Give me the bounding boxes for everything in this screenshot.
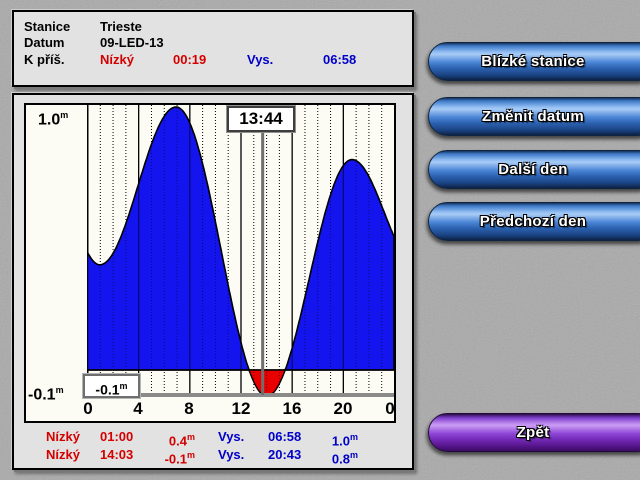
next-tide-row: K příš. Nízký 00:19 Vys. 06:58 bbox=[14, 52, 412, 68]
next-low-time: 00:19 bbox=[173, 52, 247, 68]
tide-station-screen: { "header": { "station_label": "Stanice"… bbox=[0, 0, 640, 480]
station-row: Stanice Trieste bbox=[14, 19, 412, 35]
station-label: Stanice bbox=[24, 19, 100, 35]
cursor-value-box: -0.1m bbox=[83, 374, 140, 398]
tide-chart-frame: 1.0m -0.1m 0 4 8 12 16 20 0 13:44 -0.1m bbox=[24, 103, 396, 423]
date-label: Datum bbox=[24, 35, 100, 51]
x-tick-24: 0 bbox=[385, 400, 394, 418]
previous-day-button[interactable]: Předchozí den bbox=[428, 202, 640, 241]
near-stations-button-label: Blízké stanice bbox=[481, 53, 584, 70]
station-value: Trieste bbox=[100, 19, 412, 35]
low-height: 0.4m bbox=[158, 430, 195, 448]
change-date-button[interactable]: Změnit datum bbox=[428, 97, 640, 136]
x-tick-12: 12 bbox=[232, 400, 251, 418]
next-day-button[interactable]: Další den bbox=[428, 150, 640, 189]
tide-chart[interactable] bbox=[87, 105, 394, 399]
date-row: Datum 09-LED-13 bbox=[14, 35, 412, 51]
high-type: Vys. bbox=[218, 448, 268, 466]
high-time: 06:58 bbox=[268, 430, 324, 448]
high-height: 1.0m bbox=[324, 430, 358, 448]
low-time: 01:00 bbox=[100, 430, 158, 448]
next-low-label: Nízký bbox=[100, 52, 173, 68]
low-type: Nízký bbox=[46, 448, 100, 466]
y-axis-max-label: 1.0m bbox=[38, 106, 68, 129]
low-height: -0.1m bbox=[158, 448, 195, 466]
y-axis-min-label: -0.1m bbox=[28, 381, 64, 404]
next-high-label: Vys. bbox=[247, 52, 323, 68]
low-type: Nízký bbox=[46, 430, 100, 448]
x-tick-8: 8 bbox=[184, 400, 193, 418]
back-button[interactable]: Zpět bbox=[428, 413, 640, 452]
x-tick-16: 16 bbox=[283, 400, 302, 418]
x-tick-20: 20 bbox=[334, 400, 353, 418]
back-button-label: Zpět bbox=[517, 424, 550, 441]
next-tide-label: K příš. bbox=[24, 52, 100, 68]
high-height: 0.8m bbox=[324, 448, 358, 466]
previous-day-button-label: Předchozí den bbox=[480, 213, 586, 230]
change-date-button-label: Změnit datum bbox=[482, 108, 584, 125]
cursor-time-box: 13:44 bbox=[227, 106, 295, 132]
tide-chart-panel: 1.0m -0.1m 0 4 8 12 16 20 0 13:44 -0.1m … bbox=[12, 93, 414, 470]
high-time: 20:43 bbox=[268, 448, 324, 466]
table-row: Nízký 14:03 -0.1m Vys. 20:43 0.8m bbox=[24, 448, 358, 466]
near-stations-button[interactable]: Blízké stanice bbox=[428, 42, 640, 81]
station-info-panel: Stanice Trieste Datum 09-LED-13 K příš. … bbox=[12, 10, 414, 87]
table-row: Nízký 01:00 0.4m Vys. 06:58 1.0m bbox=[24, 430, 358, 448]
next-day-button-label: Další den bbox=[498, 161, 567, 178]
high-type: Vys. bbox=[218, 430, 268, 448]
tide-events-table: Nízký 01:00 0.4m Vys. 06:58 1.0m Nízký 1… bbox=[24, 430, 358, 467]
x-tick-0: 0 bbox=[83, 400, 92, 418]
next-high-time: 06:58 bbox=[323, 52, 412, 68]
low-time: 14:03 bbox=[100, 448, 158, 466]
date-value: 09-LED-13 bbox=[100, 35, 412, 51]
x-tick-4: 4 bbox=[133, 400, 142, 418]
